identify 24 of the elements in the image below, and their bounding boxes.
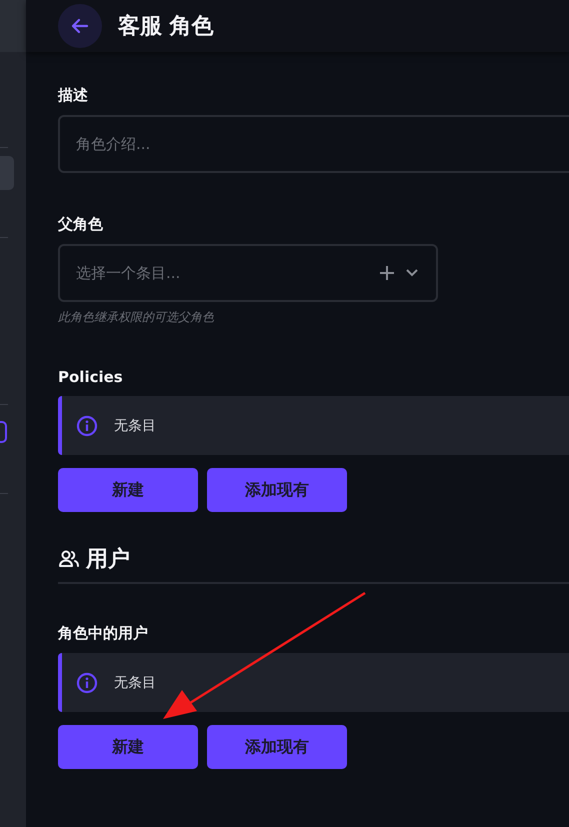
info-icon — [76, 672, 98, 694]
section-title: 用户 — [86, 546, 130, 574]
notice-text: 无条目 — [114, 416, 156, 434]
users-icon — [58, 550, 80, 568]
field-hint: 此角色继承权限的可选父角色 — [58, 309, 215, 326]
description-field[interactable]: 角色介绍... — [58, 115, 569, 173]
field-label: 父角色 — [58, 215, 104, 234]
back-button[interactable] — [58, 4, 102, 48]
parent-role-select[interactable]: 选择一个条目... — [58, 244, 438, 302]
notice-text: 无条目 — [114, 674, 156, 692]
page-title: 客服 角色 — [118, 12, 214, 41]
info-icon — [76, 414, 98, 436]
chevron-down-icon — [406, 269, 418, 277]
field-label: 描述 — [58, 86, 89, 105]
new-button[interactable]: 新建 — [58, 468, 198, 512]
select-input[interactable]: 选择一个条目... — [76, 264, 368, 282]
plus-icon — [380, 266, 394, 280]
new-button[interactable]: 新建 — [58, 725, 198, 769]
add-existing-button[interactable]: 添加现有 — [207, 468, 347, 512]
add-existing-button[interactable]: 添加现有 — [207, 725, 347, 769]
sidebar-item[interactable] — [0, 421, 7, 443]
field-label: Policies — [58, 368, 124, 386]
field-label: 角色中的用户 — [58, 624, 149, 643]
back-arrow-icon — [70, 16, 90, 36]
